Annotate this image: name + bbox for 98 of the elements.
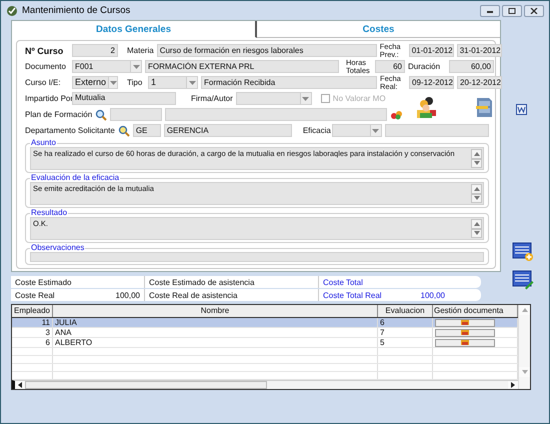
field-label: Curso I/E: (25, 78, 62, 87)
tab[interactable]: Datos Generales (12, 21, 257, 38)
cost-value: 100,00 (116, 290, 140, 300)
field-label: Departamento Solicitante (25, 126, 115, 135)
caret-icon (302, 96, 310, 100)
dropdown[interactable]: 1 (148, 76, 198, 89)
cost-label: Coste Total (323, 278, 363, 286)
cost-label: Coste Total Real (323, 290, 382, 300)
cost-label: Coste Estimado de asistencia (149, 278, 254, 286)
right-arrow-icon[interactable] (511, 382, 515, 388)
dropdown[interactable]: F001 (72, 60, 142, 73)
input-field[interactable]: 2 (72, 44, 118, 57)
group-title: Evaluación de la eficacia (30, 174, 120, 182)
table-cell: 11 (12, 318, 53, 327)
date-field[interactable]: 09-12-2012 (409, 76, 454, 89)
input-field[interactable]: Formación Recibida (201, 76, 377, 89)
hearts-icon[interactable] (390, 110, 404, 120)
list-edit-icon[interactable] (512, 270, 534, 290)
close-button[interactable] (524, 4, 544, 16)
minimize-button[interactable] (480, 4, 500, 16)
input-field[interactable] (30, 252, 484, 262)
input-field[interactable]: FORMACIÓN EXTERNA PRL (145, 60, 339, 73)
input-field[interactable]: Curso de formación en riesgos laborales (156, 44, 377, 57)
input-field[interactable] (165, 108, 388, 121)
down-arrow-icon (474, 161, 480, 166)
caret-icon (110, 80, 117, 84)
down-arrow-icon (474, 231, 480, 236)
date-field[interactable]: 31-01-2012 (456, 44, 502, 57)
field-label: Materia (127, 46, 154, 55)
column-header[interactable]: Gestión documenta (433, 305, 518, 317)
date-field[interactable]: 01-01-2012 (408, 44, 454, 57)
up-arrow-icon[interactable] (522, 308, 528, 312)
input-field[interactable]: GE (132, 124, 161, 137)
close-icon (530, 8, 538, 14)
search-icon[interactable] (95, 108, 108, 120)
group-title: Asunto (30, 139, 57, 147)
column-header[interactable]: Empleado (12, 305, 53, 317)
field-label: Firma/Autor (191, 94, 233, 103)
table-cell: ANA (53, 328, 378, 337)
table-cell: 3 (12, 328, 53, 337)
maximize-button[interactable] (502, 4, 522, 16)
field-label: Nº Curso (25, 46, 64, 56)
grid-row[interactable]: 6 ALBERTO 5 (12, 338, 518, 348)
column-header[interactable]: Evaluacion (378, 305, 433, 317)
field-label: Tipo (127, 78, 144, 87)
search-icon[interactable] (118, 124, 130, 136)
caret-icon (188, 80, 196, 84)
field-label: Eficacia (302, 126, 329, 135)
scroll-up-button[interactable] (471, 149, 482, 158)
table-cell: 6 (12, 338, 53, 347)
input-field[interactable]: 60,00 (449, 60, 494, 73)
down-arrow-icon[interactable] (522, 370, 528, 374)
dropdown[interactable]: Externo (72, 76, 118, 89)
grid-row[interactable]: 3 ANA 7 (12, 328, 518, 338)
cost-label: Coste Estimado (15, 278, 72, 286)
caret-icon (132, 64, 140, 68)
scroll-up-button[interactable] (471, 219, 482, 228)
group-title: Observaciones (30, 244, 86, 252)
check-icon (6, 4, 18, 16)
input-field[interactable] (110, 108, 162, 121)
table-cell: ALBERTO (53, 338, 378, 347)
field-label: Duración (408, 62, 442, 71)
date-field[interactable]: 20-12-2012 (457, 76, 502, 89)
document-button[interactable] (435, 318, 495, 326)
caret-icon (372, 128, 380, 132)
window-title: Mantenimiento de Cursos (22, 5, 130, 16)
horizontal-scrollbar[interactable] (12, 380, 518, 390)
tab[interactable]: Costes (257, 21, 500, 38)
field-label: Documento (25, 62, 67, 71)
input-field[interactable] (384, 124, 489, 137)
input-field[interactable]: GERENCIA (164, 124, 292, 137)
document-button[interactable] (435, 338, 495, 346)
cost-value: 100,00 (420, 290, 445, 300)
left-arrow-icon[interactable] (18, 382, 22, 388)
cost-label: Coste Real (15, 290, 55, 300)
up-arrow-icon (474, 222, 480, 226)
cost-label: Coste Real de asistencia (149, 290, 238, 300)
table-cell: JULIA (53, 318, 378, 327)
field-label: Plan de Formación (25, 110, 92, 119)
list-add-icon[interactable] (512, 242, 534, 262)
scroll-up-button[interactable] (471, 184, 482, 194)
grid-row[interactable]: 11 JULIA 6 (12, 318, 518, 328)
up-arrow-icon (474, 152, 480, 156)
group-title: Resultado (30, 209, 68, 217)
column-header[interactable]: Nombre (53, 305, 378, 317)
table-cell: 5 (378, 338, 433, 347)
cabinet-icon[interactable] (474, 96, 494, 118)
up-arrow-icon (474, 186, 480, 191)
input-field[interactable]: Mutualia (72, 92, 176, 105)
down-arrow-icon (474, 196, 480, 200)
table-cell: 7 (378, 328, 433, 337)
table-cell: 6 (378, 318, 433, 327)
document-button[interactable] (435, 328, 495, 336)
people-icon[interactable] (416, 96, 436, 118)
word-icon[interactable] (516, 104, 527, 115)
vertical-scrollbar[interactable] (518, 305, 530, 389)
input-field[interactable]: 60 (375, 60, 405, 73)
maximize-icon (508, 8, 516, 14)
